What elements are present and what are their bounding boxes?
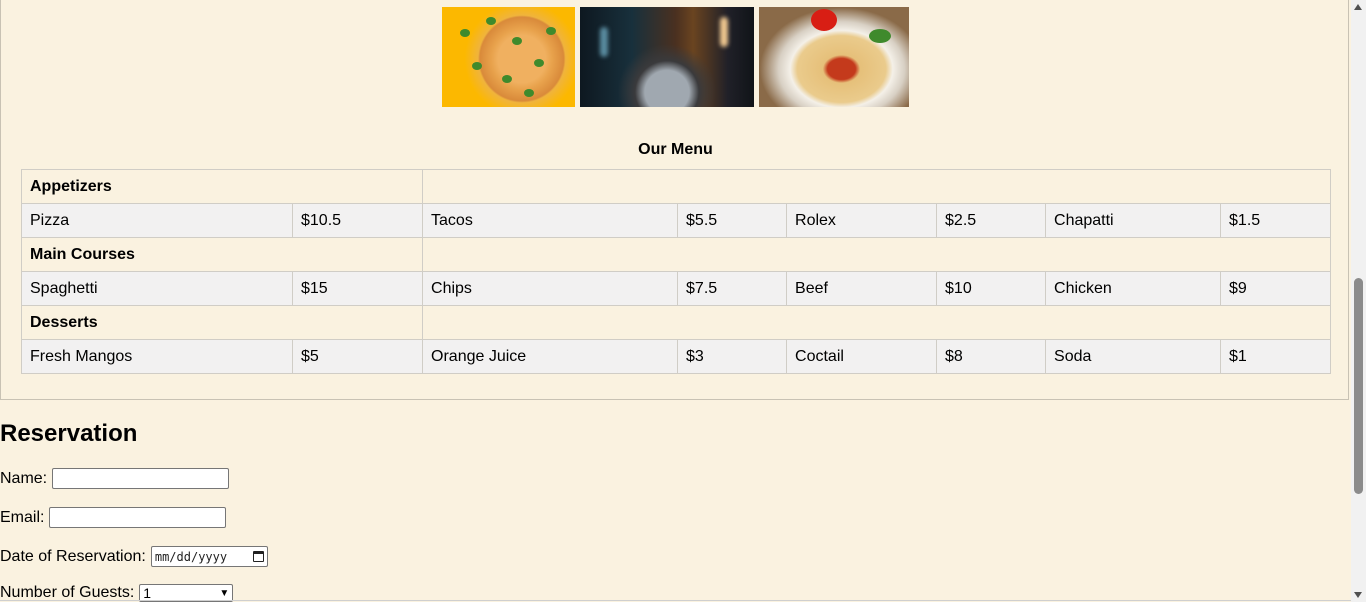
name-input[interactable]: [52, 468, 230, 489]
scrollbar-thumb[interactable]: [1354, 278, 1363, 494]
name-row: Name:: [0, 468, 230, 489]
item-name: Tacos: [422, 203, 679, 238]
item-name: Coctail: [786, 339, 938, 374]
item-price: $9: [1220, 271, 1332, 306]
calendar-icon[interactable]: [252, 551, 264, 562]
date-input[interactable]: mm/dd/yyyy: [150, 546, 268, 567]
item-name: Orange Juice: [422, 339, 679, 374]
item-name: Beef: [786, 271, 938, 306]
vertical-scrollbar[interactable]: [1351, 0, 1366, 602]
date-row: Date of Reservation: mm/dd/yyyy: [0, 546, 268, 567]
item-price: $5.5: [677, 203, 788, 238]
bottom-border: [0, 600, 1351, 601]
date-label: Date of Reservation:: [0, 547, 146, 565]
item-price: $1: [1220, 339, 1332, 374]
empty-cell: [422, 305, 1332, 340]
name-label: Name:: [0, 469, 48, 487]
item-price: $10: [936, 271, 1047, 306]
item-price: $3: [677, 339, 788, 374]
chevron-down-icon: ▼: [219, 587, 230, 599]
menu-table: Appetizers Pizza $10.5 Tacos $5.5 Rolex …: [20, 169, 1332, 374]
category-label: Main Courses: [20, 237, 424, 272]
empty-cell: [422, 169, 1332, 204]
restaurant-image: [580, 7, 754, 107]
pizza-image: [442, 7, 575, 107]
item-name: Fresh Mangos: [21, 339, 293, 374]
empty-cell: [422, 237, 1332, 272]
item-price: $5: [291, 339, 424, 374]
item-name: Chicken: [1045, 271, 1222, 306]
email-label: Email:: [0, 508, 45, 526]
date-placeholder: mm/dd/yyyy: [154, 549, 228, 564]
guests-value: 1: [143, 585, 152, 601]
item-name: Soda: [1045, 339, 1222, 374]
table-row: Fresh Mangos $5 Orange Juice $3 Coctail …: [21, 339, 1332, 374]
item-price: $7.5: [677, 271, 788, 306]
table-row: Pizza $10.5 Tacos $5.5 Rolex $2.5 Chapat…: [21, 203, 1332, 238]
menu-title: Our Menu: [638, 141, 713, 158]
item-price: $2.5: [936, 203, 1047, 238]
email-row: Email:: [0, 507, 227, 528]
table-row: Spaghetti $15 Chips $7.5 Beef $10 Chicke…: [21, 271, 1332, 306]
item-price: $15: [291, 271, 424, 306]
reservation-heading: Reservation: [0, 420, 138, 447]
item-name: Rolex: [786, 203, 938, 238]
page: Our Menu Appetizers Pizza $10.5 Tacos $5…: [0, 0, 1351, 602]
item-name: Pizza: [21, 203, 293, 238]
scroll-down-arrow-icon[interactable]: [1354, 592, 1362, 598]
category-label: Desserts: [20, 305, 424, 340]
item-name: Spaghetti: [21, 271, 293, 306]
scroll-up-arrow-icon[interactable]: [1354, 4, 1362, 10]
item-price: $8: [936, 339, 1047, 374]
category-row: Main Courses: [20, 237, 1332, 272]
category-row: Desserts: [20, 305, 1332, 340]
category-label: Appetizers: [20, 169, 424, 204]
item-price: $1.5: [1220, 203, 1332, 238]
category-row: Appetizers: [20, 169, 1332, 204]
spaghetti-image: [759, 7, 909, 107]
item-name: Chips: [422, 271, 679, 306]
item-name: Chapatti: [1045, 203, 1222, 238]
item-price: $10.5: [291, 203, 424, 238]
email-input[interactable]: [49, 507, 227, 528]
